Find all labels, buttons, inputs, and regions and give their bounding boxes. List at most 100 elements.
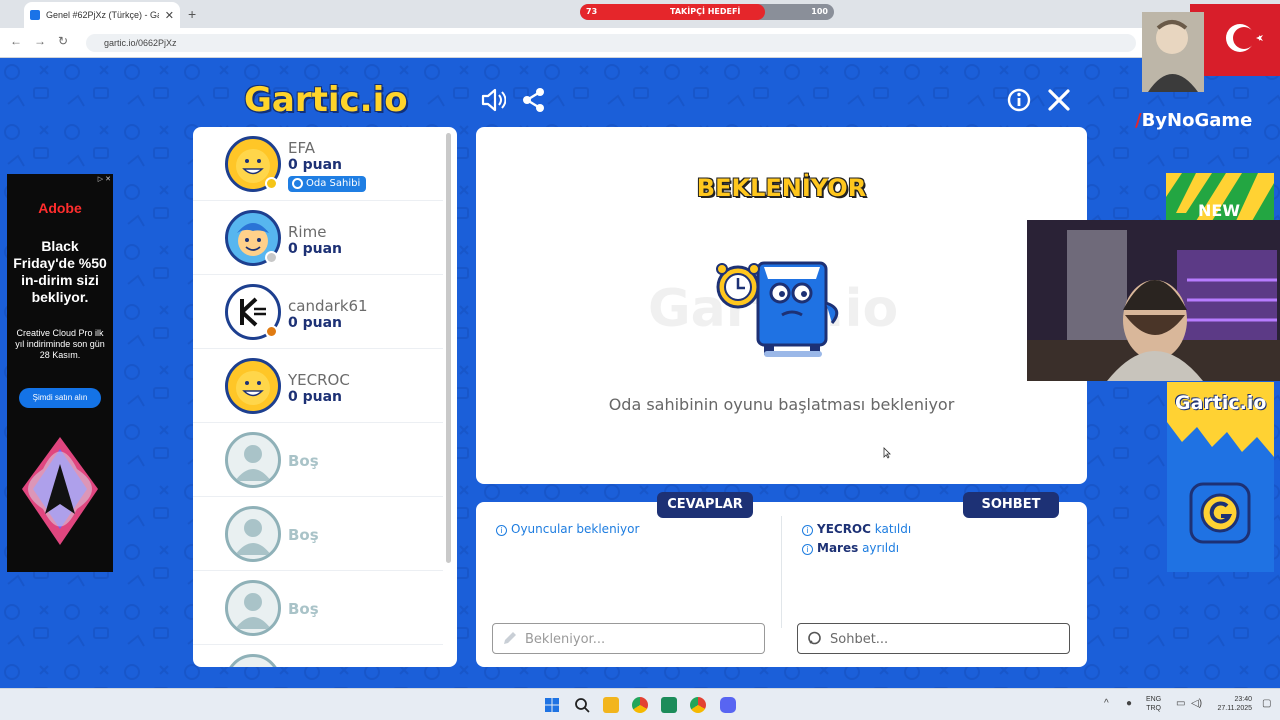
panel-divider [781, 516, 782, 628]
forward-button[interactable]: → [34, 34, 46, 48]
empty-avatar-icon [225, 580, 281, 636]
discord-icon[interactable] [720, 697, 736, 713]
chat-tab[interactable]: SOHBET [963, 492, 1059, 518]
waiting-title: BEKLENİYOR [696, 174, 867, 202]
room-owner-badge: Oda Sahibi [288, 176, 367, 192]
advertisement-banner[interactable]: ▷ ✕ Adobe Black Friday'de %50 in-dirim s… [7, 174, 113, 572]
browser-tab-bar: Genel #62PjXz (Türkçe) - Gartic ✕ + 73 T… [0, 0, 1280, 28]
language-indicator[interactable]: ENG TRQ [1146, 695, 1161, 713]
follower-goal-current: 73 [586, 7, 598, 16]
smiley-avatar-icon [236, 371, 270, 405]
empty-slot: Boş [193, 497, 443, 571]
share-icon[interactable] [521, 87, 547, 113]
answers-message: i Oyuncular bekleniyor [496, 522, 639, 536]
ad-artwork [22, 437, 98, 545]
tray-chevron-icon[interactable]: ^ [1104, 698, 1109, 709]
windows-taskbar: ^ ● ENG TRQ ▭ ◁) 23:40 27.11.2025 ▢ [0, 688, 1280, 720]
answers-tab[interactable]: CEVAPLAR [657, 492, 753, 518]
notifications-icon[interactable]: ▢ [1262, 698, 1271, 709]
close-icon[interactable] [1046, 87, 1072, 113]
empty-avatar-icon [225, 506, 281, 562]
language-bottom: TRQ [1146, 705, 1161, 712]
promo-new-label: NEW [1198, 201, 1240, 220]
info-icon[interactable] [1006, 87, 1032, 113]
info-icon: i [802, 525, 813, 536]
chrome-icon[interactable] [690, 697, 706, 713]
back-button[interactable]: ← [10, 34, 22, 48]
app-icon[interactable] [661, 697, 677, 713]
pencil-icon [504, 632, 516, 644]
search-icon[interactable] [574, 697, 590, 713]
ad-choices-icon[interactable]: ▷ ✕ [98, 175, 111, 183]
answer-input-placeholder: Bekleniyor... [525, 632, 606, 647]
waiting-mascot-icon [716, 261, 839, 357]
player-avatar [225, 358, 281, 414]
webcam-overlay [1027, 220, 1280, 381]
player-name: EFA [288, 139, 315, 157]
tab-title: Genel #62PjXz (Türkçe) - Gartic [46, 10, 159, 20]
clock[interactable]: 23:40 27.11.2025 [1208, 695, 1252, 713]
promo-gartic-logo: Gartic.io [1175, 392, 1267, 414]
follower-goal-target: 100 [811, 7, 828, 16]
chat-message-text: ayrıldı [862, 541, 900, 555]
empty-slot-label: Boş [288, 600, 319, 618]
address-bar-row: ← → ↻ gartic.io/0662PjXz [0, 28, 1280, 58]
player-row[interactable]: Rime 0 puan [193, 201, 443, 275]
info-icon: i [802, 544, 813, 555]
player-list: EFA 0 puan Oda Sahibi Rime 0 puan candar [193, 127, 457, 667]
chat-input-placeholder: Sohbet... [830, 632, 889, 647]
player-name: candark61 [288, 297, 368, 315]
player-status-dot [265, 177, 278, 190]
chat-message-text: katıldı [874, 522, 912, 536]
microphone-icon[interactable]: ● [1126, 698, 1132, 709]
webcam-feed [1027, 220, 1280, 381]
player-points: 0 puan [288, 157, 343, 173]
answer-input[interactable]: Bekleniyor... [492, 623, 765, 654]
promo-banner-new: NEW [1166, 173, 1274, 221]
file-explorer-icon[interactable] [603, 697, 619, 713]
empty-slot-label: Boş [288, 526, 319, 544]
player-points: 0 puan [288, 315, 343, 331]
browser-tab[interactable]: Genel #62PjXz (Türkçe) - Gartic ✕ [24, 2, 180, 28]
player-points: 0 puan [288, 241, 343, 257]
chat-input[interactable]: Sohbet... [797, 623, 1070, 654]
player-list-scrollbar[interactable] [446, 133, 451, 563]
player-row[interactable]: YECROC 0 puan [193, 349, 443, 423]
chat-bubble-icon [808, 631, 821, 645]
game-canvas-panel: Gartic.io BEKLENİYOR Oda sahibinin oyunu… [476, 127, 1087, 484]
player-status-dot [265, 325, 278, 338]
chat-message: i YECROC katıldı [802, 522, 911, 536]
network-icon[interactable]: ▭ [1176, 698, 1185, 709]
sound-icon[interactable] [480, 87, 506, 113]
player-row[interactable]: EFA 0 puan Oda Sahibi [193, 127, 443, 201]
player-status-dot [265, 251, 278, 264]
empty-avatar-icon [225, 432, 281, 488]
ad-cta-button[interactable]: Şimdi satın alın [19, 388, 101, 408]
info-icon: i [496, 525, 507, 536]
promo-banner-gartic: Gartic.io [1167, 382, 1274, 572]
empty-slot [193, 645, 443, 667]
empty-slot-label: Boş [288, 452, 319, 470]
new-tab-button[interactable]: + [188, 6, 196, 22]
chrome-icon[interactable] [632, 697, 648, 713]
chat-message: i Mares ayrıldı [802, 541, 899, 555]
chat-message-user: YECROC [817, 522, 871, 536]
windows-start-icon[interactable] [544, 697, 560, 713]
gartic-favicon-icon [30, 10, 40, 20]
crown-icon [292, 178, 303, 189]
reload-button[interactable]: ↻ [58, 34, 68, 48]
url-input[interactable]: gartic.io/0662PjXz [86, 34, 1136, 52]
waiting-message: Oda sahibinin oyunu başlatması bekleniyo… [608, 395, 955, 414]
player-points: 0 puan [288, 389, 343, 405]
player-name: Rime [288, 223, 327, 241]
ad-subtext: Creative Cloud Pro ilk yıl indiriminde s… [15, 328, 105, 360]
bynogame-logo: /ByNoGame [1135, 110, 1252, 131]
volume-icon[interactable]: ◁) [1191, 698, 1202, 709]
language-top: ENG [1146, 696, 1162, 703]
gartic-logo[interactable]: Gartic.io [244, 80, 410, 120]
follower-goal-bar: 73 TAKİPÇİ HEDEFİ 100 [580, 4, 834, 20]
bynogame-mark-icon: / [1135, 110, 1142, 131]
close-tab-icon[interactable]: ✕ [165, 9, 174, 22]
player-row[interactable]: candark61 0 puan [193, 275, 443, 349]
empty-slot: Boş [193, 423, 443, 497]
